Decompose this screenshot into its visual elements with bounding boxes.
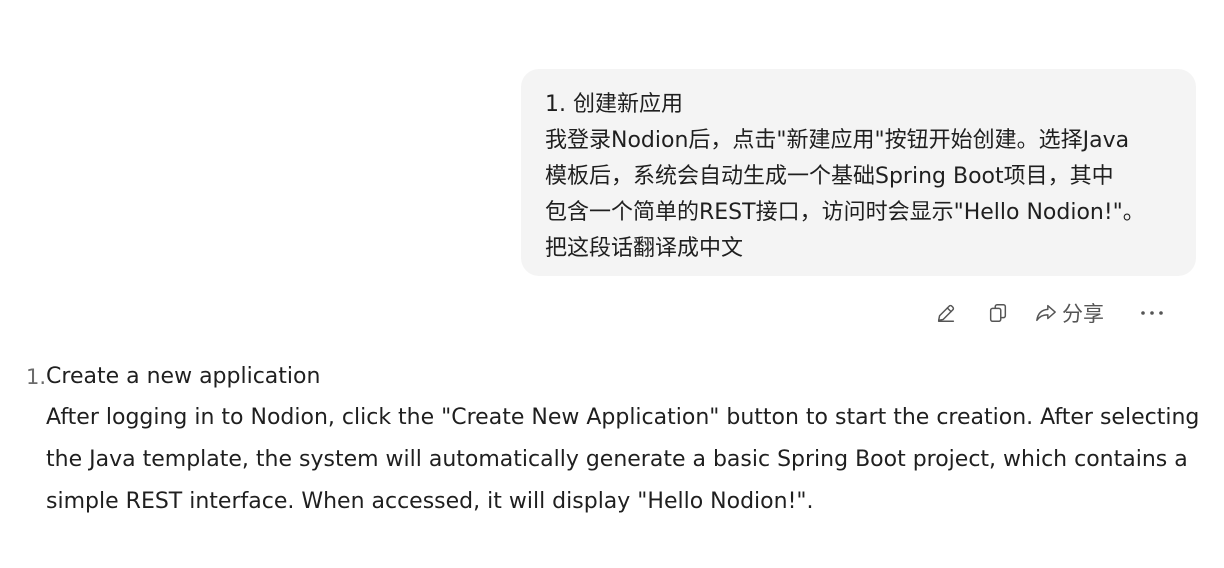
user-message-bubble: 1. 创建新应用 我登录Nodion后，点击"新建应用"按钮开始创建。选择Jav… <box>521 69 1196 276</box>
share-label: 分享 <box>1062 302 1104 326</box>
ellipsis-icon <box>1140 309 1164 317</box>
share-button[interactable]: 分享 <box>1034 296 1104 330</box>
response-line: the Java template, the system will autom… <box>46 447 1188 472</box>
user-message-line: 我登录Nodion后，点击"新建应用"按钮开始创建。选择Java <box>545 128 1130 153</box>
user-message-line: 1. 创建新应用 <box>545 92 683 117</box>
copy-icon <box>987 302 1009 324</box>
copy-message-button[interactable] <box>978 296 1018 330</box>
pencil-icon <box>935 302 957 324</box>
list-number: 1. <box>26 365 47 389</box>
edit-message-button[interactable] <box>926 296 966 330</box>
assistant-response: 1. Create a new application After loggin… <box>26 357 1199 523</box>
list-item: 1. Create a new application After loggin… <box>26 357 1199 523</box>
response-line: simple REST interface. When accessed, it… <box>46 489 814 514</box>
user-message-line: 把这段话翻译成中文 <box>545 236 744 261</box>
user-message-line: 包含一个简单的REST接口，访问时会显示"Hello Nodion!"。 <box>545 200 1145 225</box>
list-item-body: Create a new application After logging i… <box>46 357 1199 523</box>
list-item-title: Create a new application <box>46 364 321 389</box>
share-arrow-icon <box>1034 302 1058 324</box>
response-line: After logging in to Nodion, click the "C… <box>46 405 1200 430</box>
message-actions-bar: 分享 <box>926 296 1172 330</box>
more-options-button[interactable] <box>1132 296 1172 330</box>
user-message-line: 模板后，系统会自动生成一个基础Spring Boot项目，其中 <box>545 164 1114 189</box>
